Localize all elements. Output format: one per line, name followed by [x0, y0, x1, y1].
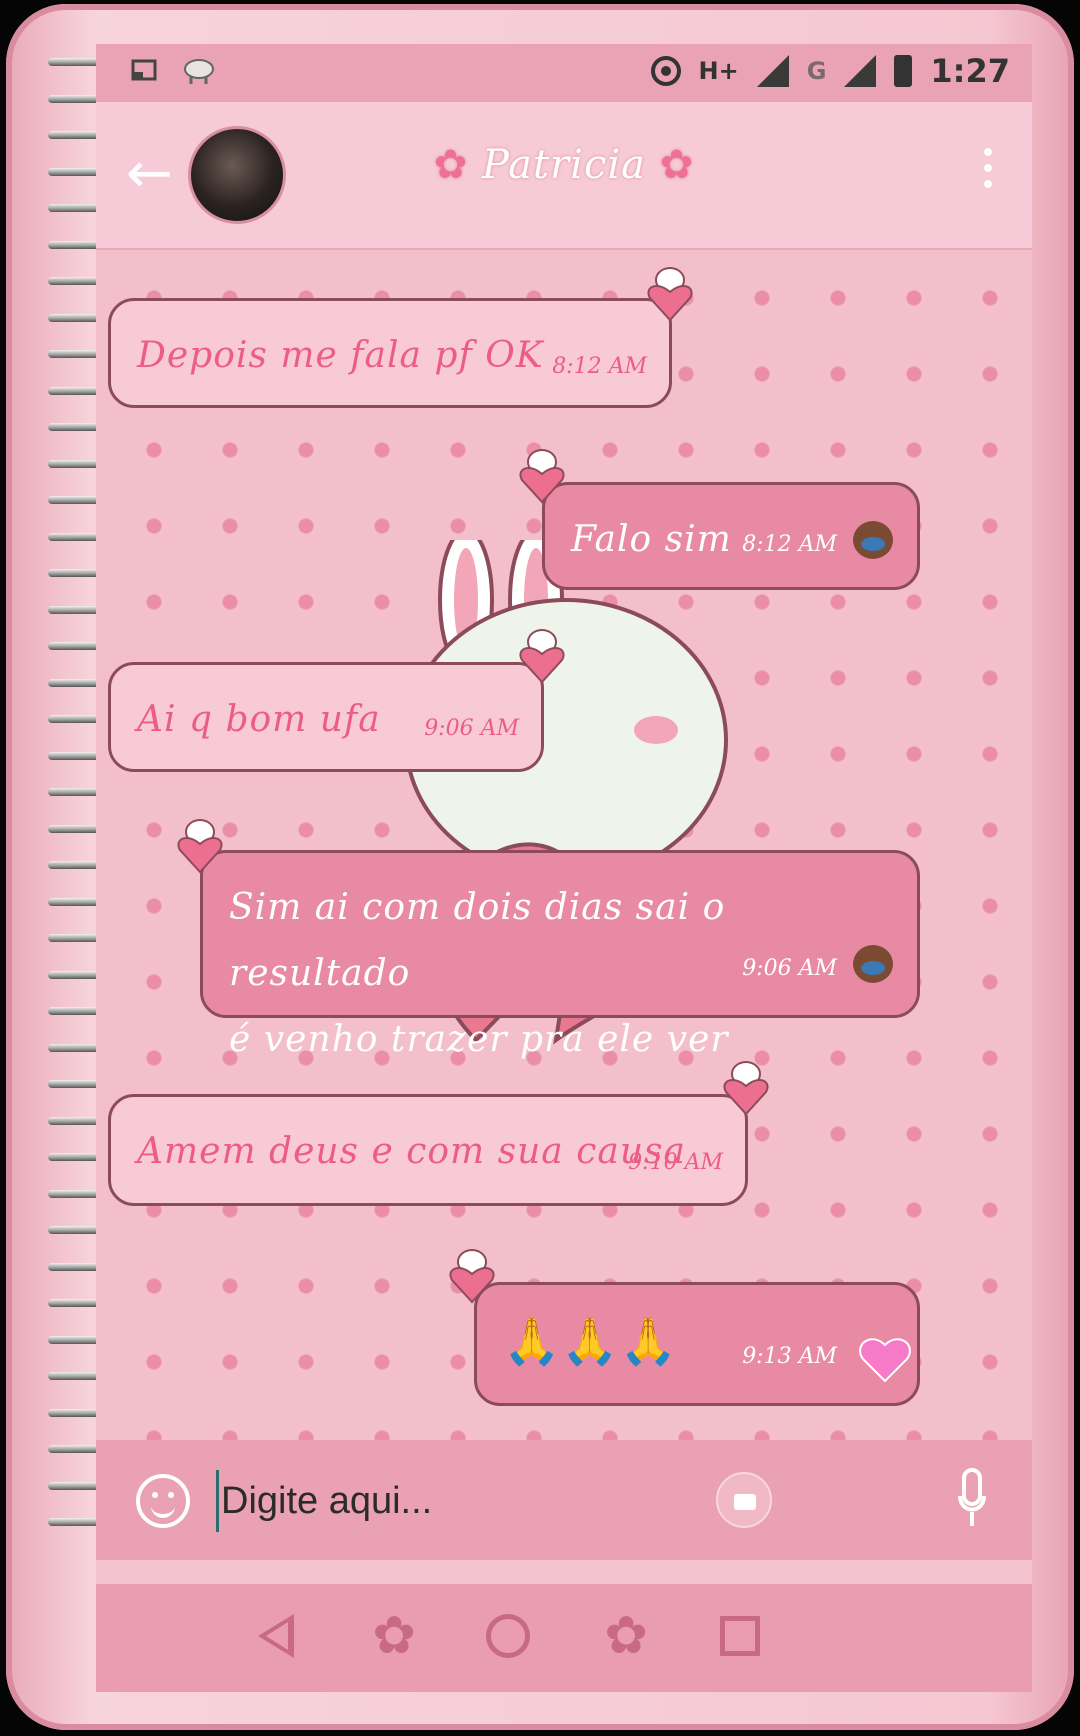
message-bubble-outgoing[interactable]: Falo sim 8:12 AM	[542, 482, 920, 590]
clock: 1:27	[930, 52, 1010, 90]
bunny-heart-sticker-icon	[519, 629, 565, 684]
contact-name: Patricia	[482, 142, 646, 188]
message-time: 9:13 AM	[742, 1344, 837, 1369]
message-time: 8:12 AM	[552, 354, 647, 379]
sheep-icon	[182, 56, 214, 86]
battery-icon	[894, 55, 913, 87]
message-bubble-incoming[interactable]: Amem deus e com sua causa 9:10 AM	[108, 1094, 748, 1206]
network-type-secondary: G	[806, 57, 827, 85]
more-options-icon[interactable]	[984, 148, 992, 188]
flower-icon: ✿	[659, 142, 695, 188]
navigation-bar: ✿ ✿	[96, 1584, 1032, 1692]
nav-back-button[interactable]	[246, 1606, 306, 1666]
read-status-bear-icon	[853, 521, 893, 559]
heart-reaction-icon	[859, 1338, 911, 1383]
message-bubble-incoming[interactable]: Ai q bom ufa 9:06 AM	[108, 662, 544, 772]
bunny-heart-sticker-icon	[647, 267, 693, 322]
flower-icon: ✿	[604, 1606, 648, 1666]
home-circle-icon	[486, 1614, 530, 1658]
nav-home-button[interactable]	[478, 1606, 538, 1666]
message-text: 🙏🙏🙏	[503, 1314, 678, 1368]
message-text: Depois me fala pf OK	[137, 335, 544, 376]
network-type: H+	[698, 57, 739, 85]
status-bar: H+ G 1:27	[96, 44, 1032, 102]
bunny-heart-sticker-icon	[449, 1249, 495, 1304]
contact-title[interactable]: ✿ Patricia ✿	[96, 142, 1032, 188]
bunny-heart-sticker-icon	[723, 1061, 769, 1116]
flower-icon: ✿	[372, 1606, 416, 1666]
back-triangle-icon	[258, 1614, 294, 1658]
message-time: 9:06 AM	[424, 716, 519, 741]
nav-flower-button-right: ✿	[596, 1606, 656, 1666]
message-bubble-outgoing[interactable]: 🙏🙏🙏 9:13 AM	[474, 1282, 920, 1406]
bunny-heart-sticker-icon	[519, 449, 565, 504]
message-input[interactable]	[216, 1470, 683, 1532]
chat-header: ← ✿ Patricia ✿	[96, 102, 1032, 252]
camera-icon[interactable]	[716, 1472, 772, 1528]
signal-icon	[756, 55, 789, 87]
emoji-icon[interactable]	[136, 1474, 190, 1528]
chat-area[interactable]: Depois me fala pf OK 8:12 AM Falo sim 8:…	[96, 250, 1032, 1440]
message-text: Ai q bom ufa	[137, 699, 381, 740]
message-time: 9:10 AM	[628, 1150, 723, 1175]
message-bubble-outgoing[interactable]: Sim ai com dois dias sai o resultado é v…	[200, 850, 920, 1060]
screenshot-icon	[130, 56, 160, 86]
screen: H+ G 1:27 ← ✿ Patricia ✿ Depois me fala …	[96, 44, 1032, 1692]
recents-square-icon	[720, 1616, 760, 1656]
nav-recents-button[interactable]	[710, 1606, 770, 1666]
bunny-heart-sticker-icon	[177, 819, 223, 874]
message-input-bar	[96, 1440, 1032, 1560]
flower-icon: ✿	[433, 142, 469, 188]
message-time: 9:06 AM	[742, 956, 837, 981]
nav-flower-button-left: ✿	[364, 1606, 424, 1666]
message-text: Falo sim	[571, 519, 732, 560]
message-text: Amem deus e com sua causa	[137, 1131, 686, 1172]
read-status-bear-icon	[853, 945, 893, 983]
signal-icon-secondary	[844, 55, 877, 87]
microphone-icon[interactable]	[958, 1468, 986, 1530]
message-time: 8:12 AM	[742, 532, 837, 557]
data-saver-icon	[650, 56, 681, 86]
message-bubble-incoming[interactable]: Depois me fala pf OK 8:12 AM	[108, 298, 672, 408]
